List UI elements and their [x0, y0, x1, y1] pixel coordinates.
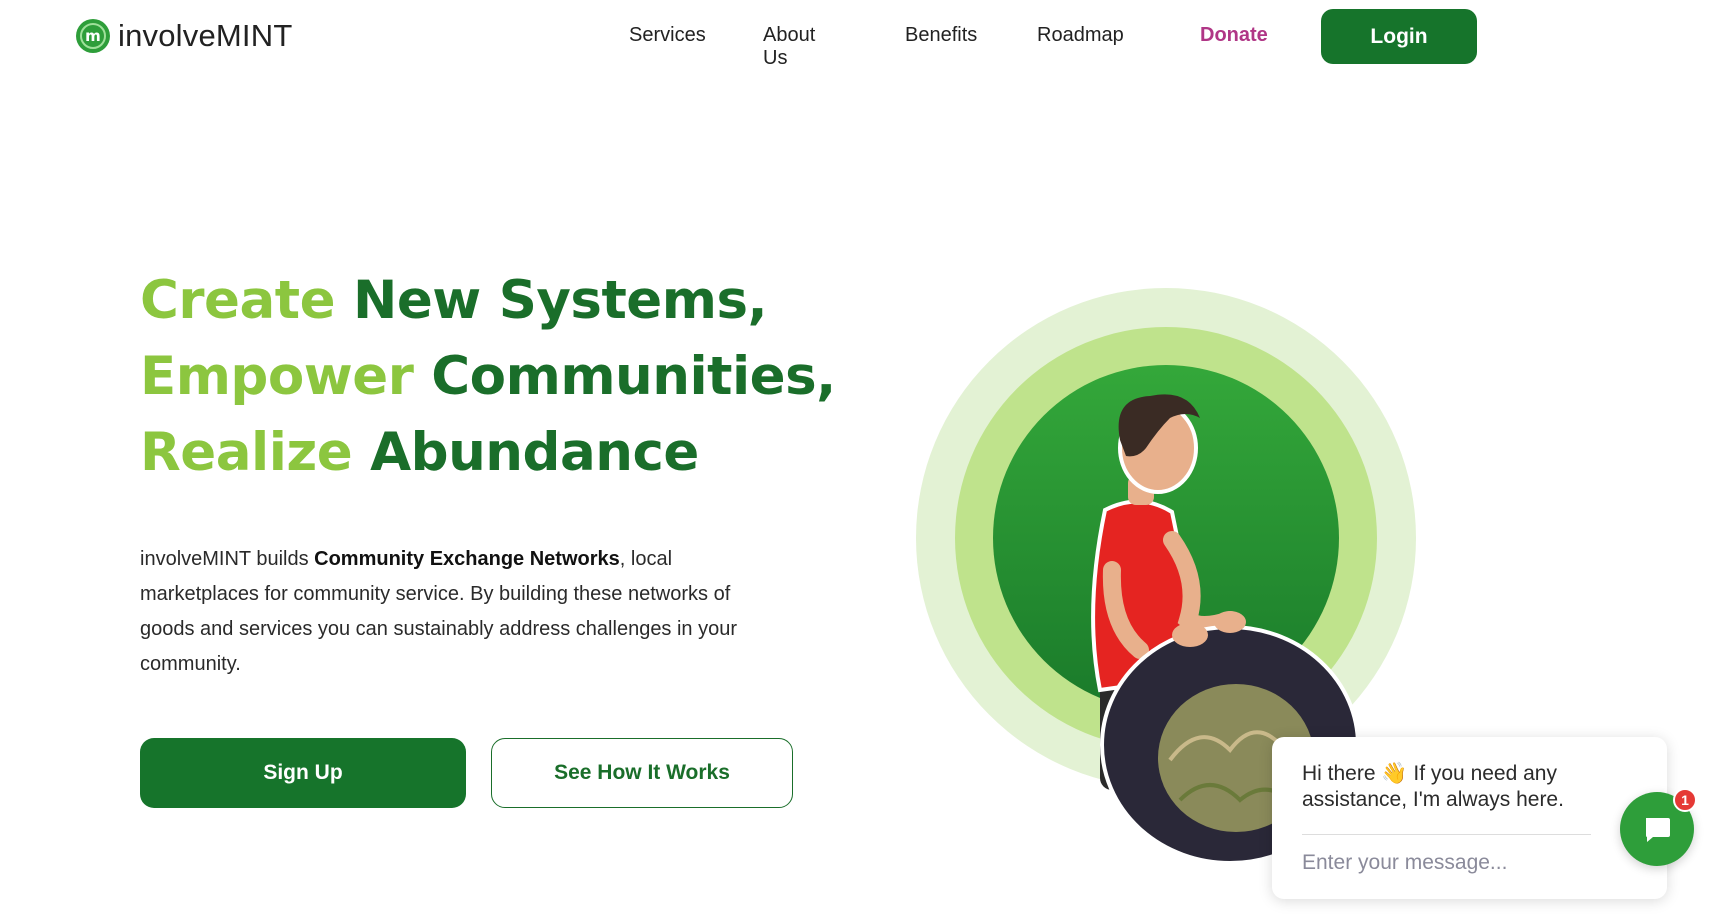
headline-line-3: Realize Abundance	[140, 415, 836, 491]
see-how-it-works-button[interactable]: See How It Works	[491, 738, 793, 808]
unread-count-badge: 1	[1673, 788, 1697, 812]
headline-accent-word: Empower	[140, 346, 414, 407]
logo-mark-letter: m	[85, 27, 101, 45]
login-button[interactable]: Login	[1321, 9, 1477, 64]
nav-benefits[interactable]: Benefits	[905, 24, 977, 47]
headline-line-2: Empower Communities,	[140, 339, 836, 415]
chat-greeting: Hi there 👋 If you need any assistance, I…	[1302, 761, 1602, 813]
logo-text: involveMINT	[118, 18, 293, 53]
sign-up-button[interactable]: Sign Up	[140, 738, 466, 808]
logo-mark-icon: m	[76, 19, 110, 53]
nav-roadmap[interactable]: Roadmap	[1037, 24, 1124, 47]
hero-description: involveMINT builds Community Exchange Ne…	[140, 542, 790, 682]
description-highlight: Community Exchange Networks	[314, 548, 620, 570]
nav-services[interactable]: Services	[629, 24, 706, 47]
headline-text: Communities,	[431, 346, 836, 407]
chat-popup: Hi there 👋 If you need any assistance, I…	[1272, 737, 1667, 899]
headline-text: New Systems,	[352, 270, 768, 331]
nav-donate[interactable]: Donate	[1200, 24, 1268, 47]
hero-headline: Create New Systems, Empower Communities,…	[140, 263, 836, 491]
chat-bubble-icon	[1646, 818, 1670, 842]
waving-hand-icon: 👋	[1381, 762, 1408, 785]
headline-line-1: Create New Systems,	[140, 263, 836, 339]
chat-message-input[interactable]	[1302, 843, 1592, 883]
chat-greeting-text: Hi there	[1302, 762, 1376, 785]
logo[interactable]: m involveMINT	[76, 18, 292, 54]
headline-accent-word: Realize	[140, 422, 353, 483]
description-text: involveMINT builds	[140, 548, 315, 570]
headline-accent-word: Create	[140, 270, 336, 331]
chat-divider	[1302, 834, 1591, 835]
headline-text: Abundance	[370, 422, 699, 483]
nav-about-us[interactable]: About Us	[763, 24, 815, 70]
